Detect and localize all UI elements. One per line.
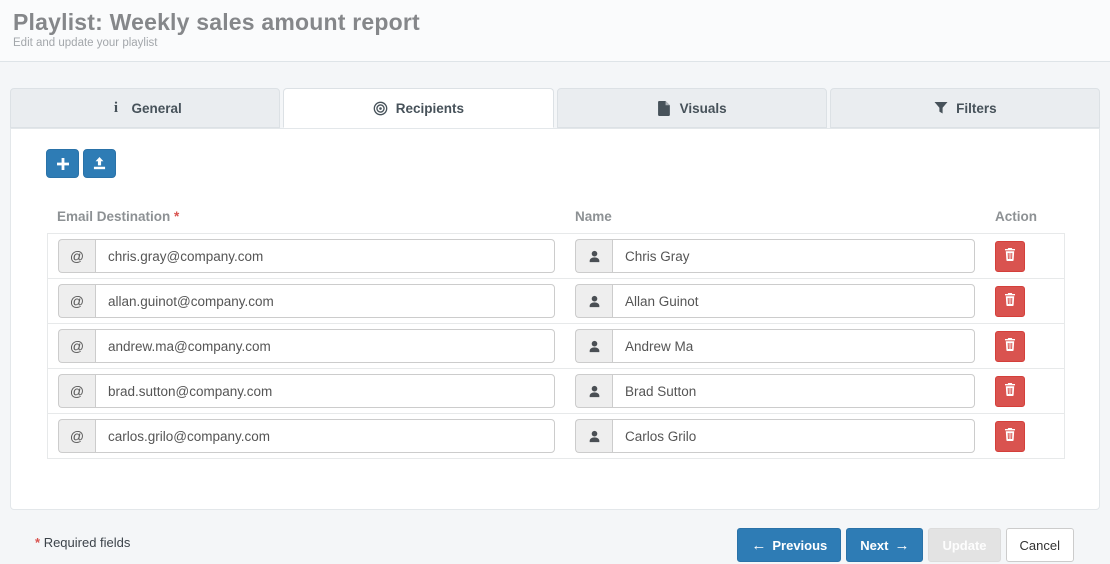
- recipients-panel: Email Destination * Name Action @: [10, 128, 1100, 510]
- action-cell: [985, 421, 1064, 452]
- upload-recipients-button[interactable]: [83, 149, 116, 178]
- action-cell: [985, 331, 1064, 362]
- name-input[interactable]: [612, 284, 975, 318]
- bullseye-icon: [373, 101, 388, 116]
- name-column-header: Name: [565, 209, 985, 224]
- required-asterisk: *: [174, 209, 179, 224]
- email-cell: @: [48, 419, 565, 453]
- tab-recipients[interactable]: Recipients: [283, 88, 553, 128]
- trash-icon: [1004, 338, 1016, 354]
- user-icon: [575, 239, 612, 273]
- recipient-row: @: [48, 324, 1064, 369]
- page-subtitle: Edit and update your playlist: [13, 37, 1097, 49]
- previous-button[interactable]: ← Previous: [737, 528, 841, 562]
- recipient-row: @: [48, 414, 1064, 459]
- email-cell: @: [48, 374, 565, 408]
- tab-filters-label: Filters: [956, 101, 997, 116]
- action-cell: [985, 241, 1064, 272]
- cancel-button[interactable]: Cancel: [1006, 528, 1074, 562]
- name-input[interactable]: [612, 329, 975, 363]
- delete-recipient-button[interactable]: [995, 421, 1025, 452]
- delete-recipient-button[interactable]: [995, 241, 1025, 272]
- recipient-row: @: [48, 234, 1064, 279]
- email-cell: @: [48, 329, 565, 363]
- tab-visuals-label: Visuals: [680, 101, 727, 116]
- delete-recipient-button[interactable]: [995, 376, 1025, 407]
- delete-recipient-button[interactable]: [995, 286, 1025, 317]
- name-cell: [565, 419, 985, 453]
- name-cell: [565, 374, 985, 408]
- update-button[interactable]: Update: [928, 528, 1000, 562]
- required-fields-note: * Required fields: [35, 528, 130, 550]
- arrow-right-icon: →: [894, 538, 909, 553]
- name-cell: [565, 239, 985, 273]
- content-area: i General Recipients Visuals Filters: [0, 88, 1110, 562]
- upload-icon: [93, 157, 106, 170]
- at-icon: @: [58, 419, 95, 453]
- action-cell: [985, 376, 1064, 407]
- email-input[interactable]: [95, 419, 555, 453]
- email-input[interactable]: [95, 239, 555, 273]
- tab-general[interactable]: i General: [10, 88, 280, 128]
- email-cell: @: [48, 239, 565, 273]
- recipients-toolbar: [46, 149, 1063, 178]
- at-icon: @: [58, 284, 95, 318]
- add-recipient-button[interactable]: [46, 149, 79, 178]
- footer-buttons: ← Previous Next → Update Cancel: [737, 528, 1074, 562]
- at-icon: @: [58, 239, 95, 273]
- user-icon: [575, 374, 612, 408]
- file-icon: [657, 101, 672, 116]
- email-input[interactable]: [95, 284, 555, 318]
- email-column-header: Email Destination *: [47, 209, 565, 224]
- email-input[interactable]: [95, 329, 555, 363]
- name-cell: [565, 329, 985, 363]
- trash-icon: [1004, 293, 1016, 309]
- page-header: Playlist: Weekly sales amount report Edi…: [0, 0, 1110, 62]
- action-cell: [985, 286, 1064, 317]
- tab-bar: i General Recipients Visuals Filters: [10, 88, 1100, 128]
- tab-recipients-label: Recipients: [396, 101, 464, 116]
- recipients-table-body: @ @: [47, 233, 1065, 459]
- trash-icon: [1004, 428, 1016, 444]
- name-input[interactable]: [612, 374, 975, 408]
- recipients-table: Email Destination * Name Action @: [47, 200, 1065, 459]
- tab-general-label: General: [131, 101, 181, 116]
- filter-icon: [933, 101, 948, 116]
- info-icon: i: [108, 101, 123, 116]
- plus-icon: [57, 158, 69, 170]
- user-icon: [575, 419, 612, 453]
- name-cell: [565, 284, 985, 318]
- next-button[interactable]: Next →: [846, 528, 923, 562]
- trash-icon: [1004, 383, 1016, 399]
- name-input[interactable]: [612, 239, 975, 273]
- trash-icon: [1004, 248, 1016, 264]
- arrow-left-icon: ←: [751, 538, 766, 553]
- user-icon: [575, 284, 612, 318]
- required-asterisk: *: [35, 535, 40, 550]
- recipients-table-header: Email Destination * Name Action: [47, 200, 1065, 233]
- at-icon: @: [58, 329, 95, 363]
- recipient-row: @: [48, 279, 1064, 324]
- delete-recipient-button[interactable]: [995, 331, 1025, 362]
- user-icon: [575, 329, 612, 363]
- at-icon: @: [58, 374, 95, 408]
- name-input[interactable]: [612, 419, 975, 453]
- footer-bar: * Required fields ← Previous Next → Upda…: [10, 510, 1100, 562]
- recipient-row: @: [48, 369, 1064, 414]
- tab-visuals[interactable]: Visuals: [557, 88, 827, 128]
- page-title: Playlist: Weekly sales amount report: [13, 9, 1097, 36]
- action-column-header: Action: [985, 209, 1065, 224]
- tab-filters[interactable]: Filters: [830, 88, 1100, 128]
- email-input[interactable]: [95, 374, 555, 408]
- email-cell: @: [48, 284, 565, 318]
